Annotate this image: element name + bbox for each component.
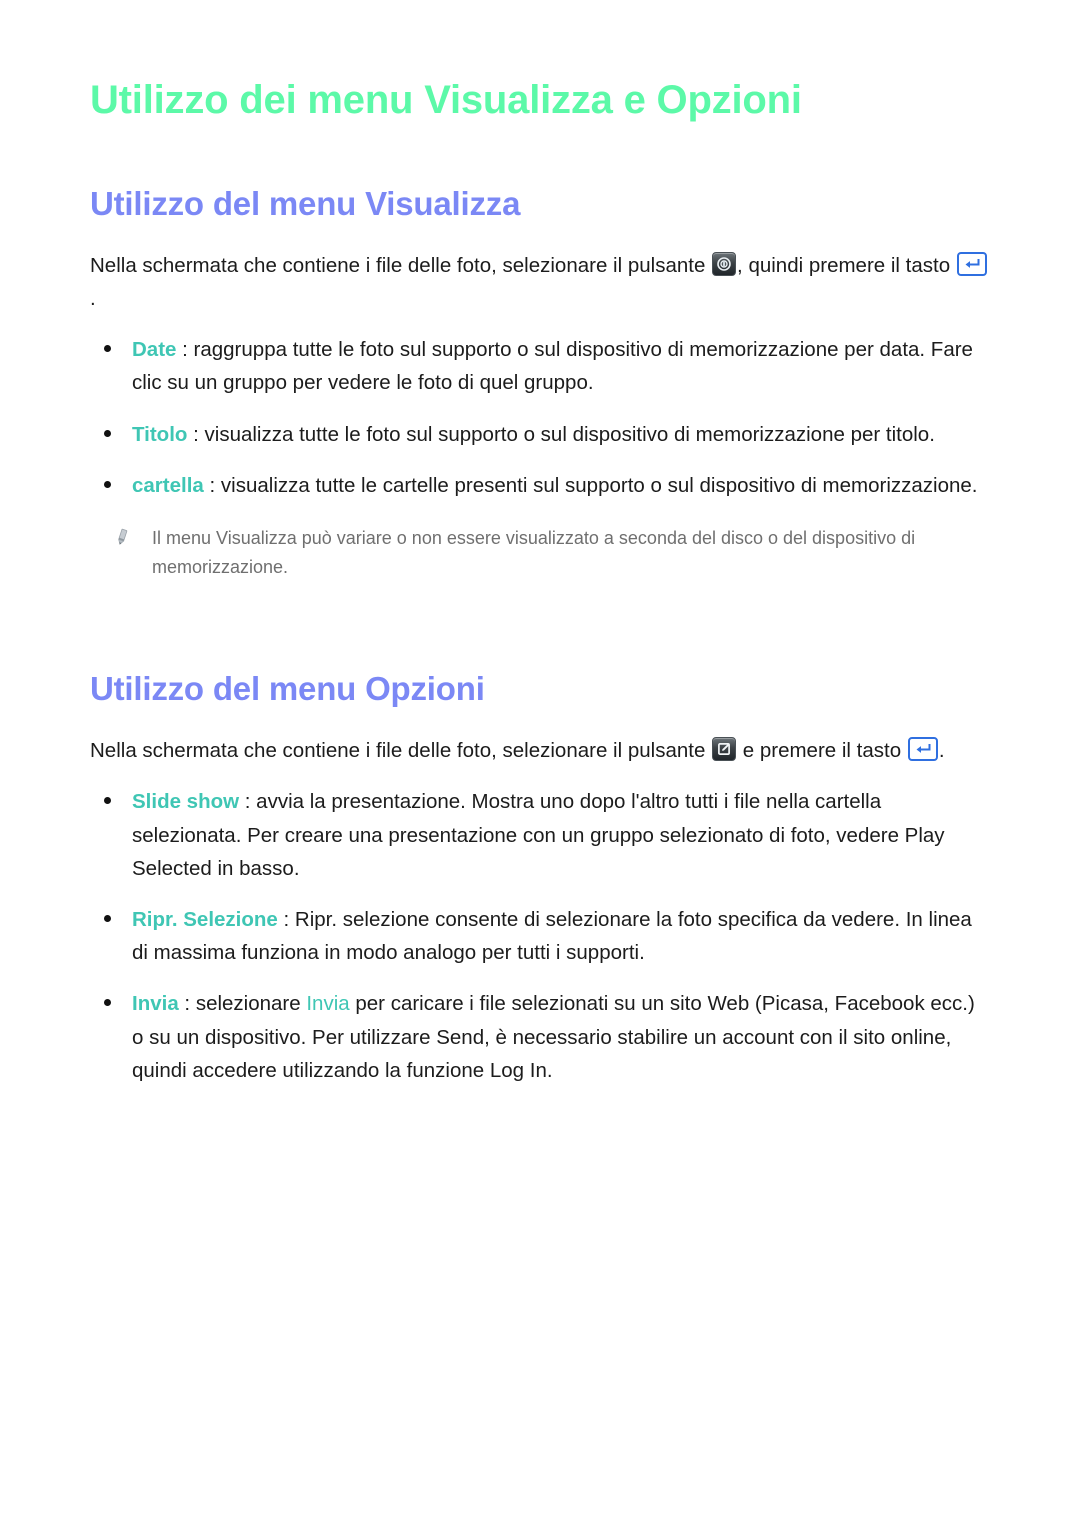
intro-text-part-3: . [938,739,945,763]
bullet-dot-icon [104,797,111,805]
bullet-separator: : [176,338,194,362]
bullet-text: raggruppa tutte le foto sul supporto o s… [132,338,973,395]
intro-text-part-2: e premere il tasto [737,739,907,763]
section-1-intro-paragraph: Nella schermata che contiene i file dell… [90,249,990,315]
enter-key-icon [956,251,987,276]
bullet-separator: : [187,422,205,446]
bullet-dot-icon [104,999,111,1007]
page-title: Utilizzo dei menu Visualizza e Opzioni [90,78,802,122]
list-item: Invia : selezionare Invia per caricare i… [90,987,990,1087]
bullet-keyword: cartella [132,473,204,497]
intro-text-part-2: , quindi premere il tasto [737,253,956,277]
bullet-inline-keyword: Invia [306,992,350,1016]
list-item: cartella : visualizza tutte le cartelle … [90,469,990,502]
bullet-text-before: selezionare [195,992,307,1016]
bullet-separator: : [178,992,196,1016]
bullet-separator: : [203,473,221,497]
list-item: Titolo : visualizza tutte le foto sul su… [90,418,990,451]
note-block: Il menu Visualizza può variare o non ess… [90,524,990,582]
intro-text-part-1: Nella schermata che contiene i file dell… [90,253,712,277]
pencil-icon [112,527,132,547]
list-item: Ripr. Selezione : Ripr. selezione consen… [90,903,990,969]
list-item: Slide show : avvia la presentazione. Mos… [90,785,990,885]
bullet-text: visualizza tutte le foto sul supporto o … [204,422,935,446]
view-button-icon [712,251,737,276]
enter-key-icon [907,737,938,762]
bullet-keyword: Invia [132,992,179,1016]
bullet-keyword: Slide show [132,790,240,814]
bullet-keyword: Date [132,338,177,362]
options-edit-button-icon [712,737,737,762]
bullet-dot-icon [104,345,111,353]
intro-text-part-3: . [90,286,96,310]
bullet-keyword: Titolo [132,422,188,446]
bullet-separator: : [277,908,295,932]
document-page: Utilizzo dei menu Visualizza e Opzioni U… [0,0,1080,1534]
bullet-dot-icon [104,429,111,437]
bullet-text: visualizza tutte le cartelle presenti su… [220,473,978,497]
section-heading-visualizza: Utilizzo del menu Visualizza [90,184,521,222]
section-1-bullet-list: Date : raggruppa tutte le foto sul suppo… [90,333,990,502]
section-heading-opzioni: Utilizzo del menu Opzioni [90,670,485,708]
bullet-separator: : [239,790,257,814]
list-item: Date : raggruppa tutte le foto sul suppo… [90,333,990,399]
section-2-bullet-list: Slide show : avvia la presentazione. Mos… [90,785,990,1087]
bullet-keyword: Ripr. Selezione [132,908,278,932]
bullet-dot-icon [104,480,111,488]
section-2-intro-paragraph: Nella schermata che contiene i file dell… [90,734,990,767]
intro-text-part-1: Nella schermata che contiene i file dell… [90,739,712,763]
note-text: Il menu Visualizza può variare o non ess… [152,527,916,578]
bullet-dot-icon [104,915,111,923]
